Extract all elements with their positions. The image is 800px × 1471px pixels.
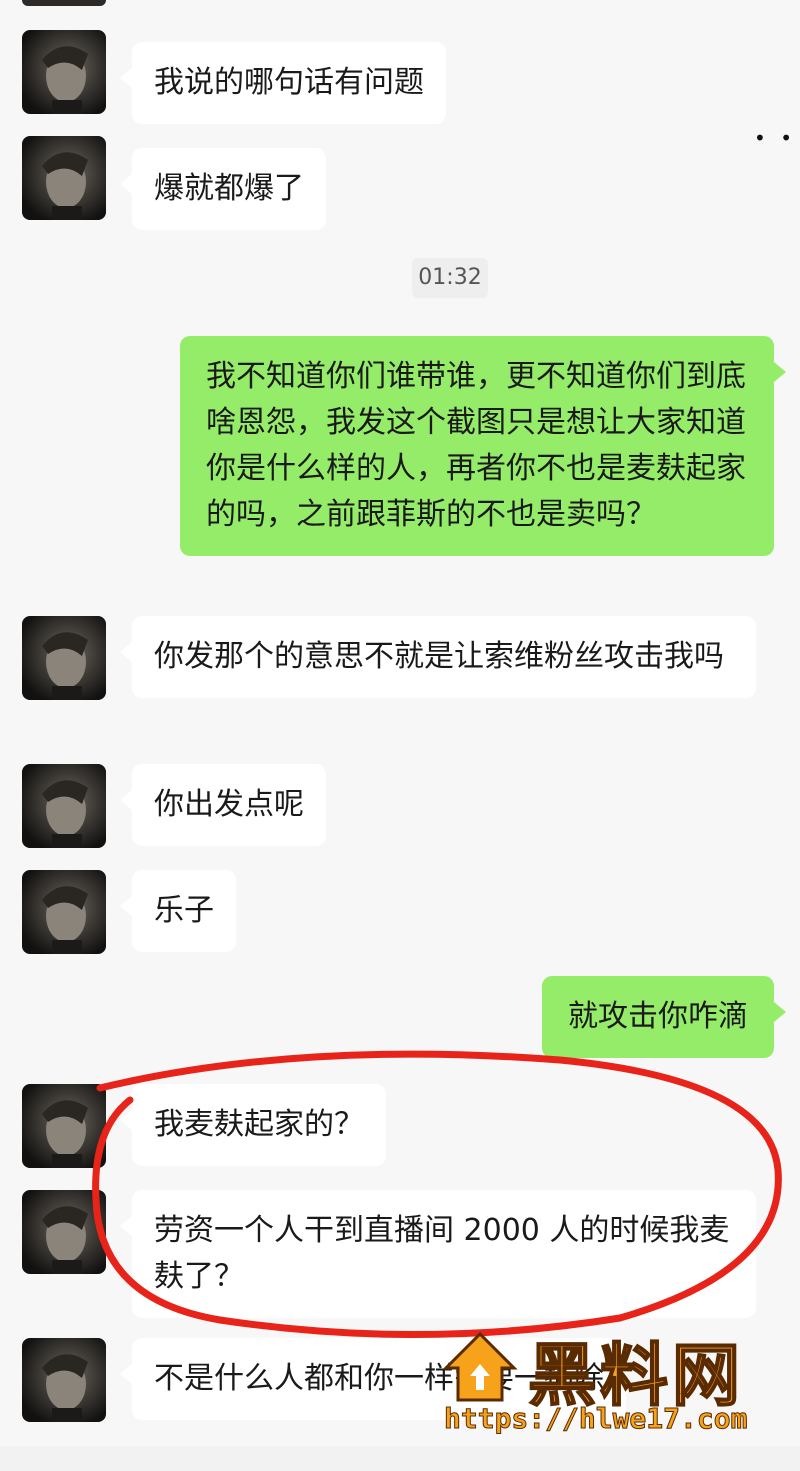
- more-dots-icon: • •: [754, 126, 796, 150]
- timestamp-label: 01:32: [412, 258, 488, 298]
- received-message: 你出发点呢: [120, 764, 326, 846]
- sent-message: 我不知道你们谁带谁，更不知道你们到底啥恩怨，我发这个截图只是想让大家知道你是什么…: [180, 336, 786, 556]
- bottom-bar: [0, 1446, 800, 1471]
- portrait-avatar-icon[interactable]: [22, 616, 106, 700]
- received-message: 乐子: [120, 870, 236, 952]
- portrait-avatar-icon[interactable]: [22, 764, 106, 848]
- received-message: 劳资一个人干到直播间 2000 人的时候我麦麸了？: [120, 1190, 756, 1318]
- received-message: 我说的哪句话有问题: [120, 42, 446, 124]
- portrait-avatar-icon[interactable]: [22, 1084, 106, 1168]
- portrait-avatar-icon[interactable]: [22, 870, 106, 954]
- avatar-top-partial: [22, 0, 106, 6]
- received-message: 我麦麸起家的？: [120, 1084, 386, 1166]
- sent-message: 就攻击你咋滴: [542, 976, 786, 1058]
- watermark: 黑料网 https://hlwe17.com: [440, 1320, 790, 1440]
- received-message: 爆就都爆了: [120, 148, 326, 230]
- portrait-avatar-icon[interactable]: [22, 1190, 106, 1274]
- portrait-avatar-icon[interactable]: [22, 136, 106, 220]
- portrait-avatar-icon[interactable]: [22, 30, 106, 114]
- received-message: 你发那个的意思不就是让索维粉丝攻击我吗: [120, 616, 756, 698]
- watermark-url: https://hlwe17.com: [443, 1402, 748, 1436]
- house-logo-icon: [442, 1331, 518, 1402]
- portrait-avatar-icon[interactable]: [22, 1338, 106, 1422]
